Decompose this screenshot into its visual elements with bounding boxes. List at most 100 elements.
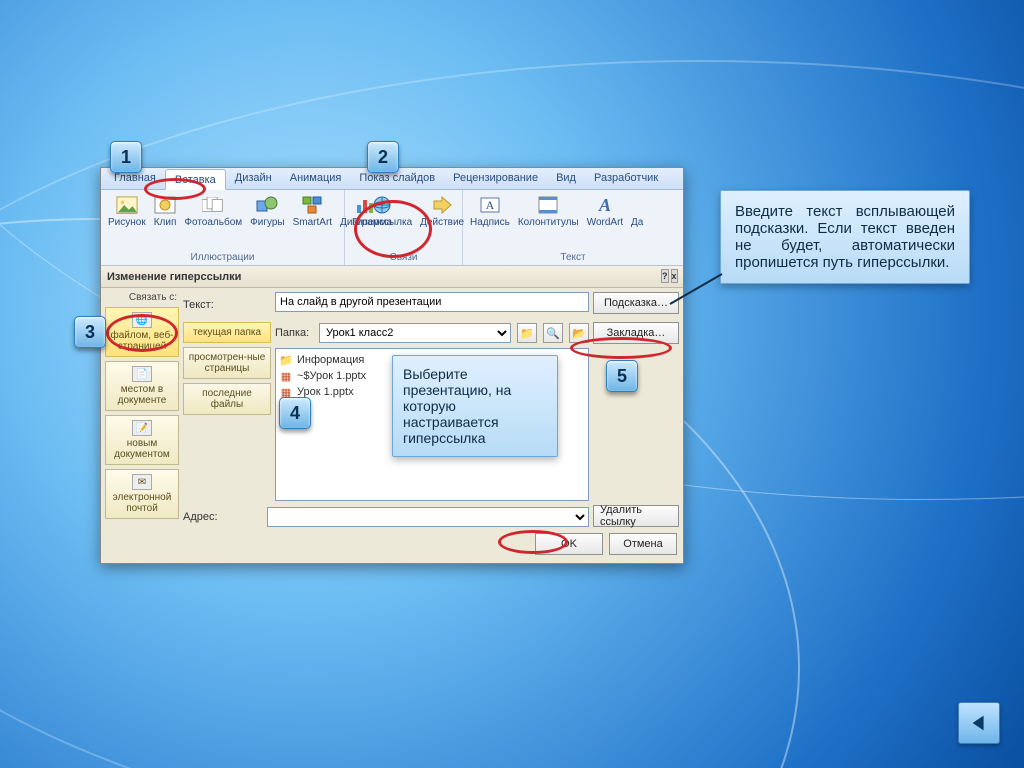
dialog-title: Изменение гиперссылки (107, 271, 241, 283)
label: Гиперссылка (352, 217, 412, 228)
label: местом в документе (108, 384, 176, 406)
link-with-label: Связать с: (105, 292, 179, 303)
hyperlink-dialog: Изменение гиперссылки ? x Связать с: 🌐 фа… (101, 266, 683, 563)
tab-recent-files[interactable]: последние файлы (183, 383, 271, 415)
photoalbum-icon (202, 195, 224, 215)
link-to-new-doc[interactable]: 📝 новым документом (105, 415, 179, 465)
label: новым документом (108, 438, 176, 460)
browse-web-icon: 🔍 (546, 327, 560, 340)
ribbon-headerfooter-button[interactable]: Колонтитулы (515, 193, 582, 230)
svg-text:A: A (486, 198, 495, 212)
text-label: Текст: (183, 292, 271, 318)
powerpoint-window: Главная Вставка Дизайн Анимация Показ сл… (100, 167, 684, 564)
link-to-email[interactable]: ✉ электронной почтой (105, 469, 179, 519)
action-icon (431, 195, 453, 215)
folder-select[interactable]: Урок1 класс2 (319, 323, 511, 343)
headerfooter-icon (537, 195, 559, 215)
label: Действие (420, 217, 464, 228)
label: электронной почтой (108, 492, 176, 514)
bookmark-button[interactable]: Закладка… (593, 322, 679, 344)
tab-browsed-pages[interactable]: просмотрен-ные страницы (183, 347, 271, 379)
file-name: Информация (297, 354, 364, 366)
smartart-icon (301, 195, 323, 215)
new-doc-icon: 📝 (132, 420, 152, 436)
cancel-button[interactable]: Отмена (609, 533, 677, 555)
wordart-icon: A (594, 195, 616, 215)
ribbon-photoalbum-button[interactable]: Фотоальбом (181, 193, 245, 230)
link-to-place[interactable]: 📄 местом в документе (105, 361, 179, 411)
up-folder-icon: 📁 (520, 327, 534, 340)
up-folder-button[interactable]: 📁 (517, 323, 537, 343)
file-list[interactable]: 📁Информация ▦~$Урок 1.pptx ▦Урок 1.pptx … (275, 348, 589, 501)
main-tip-callout: Введите текст всплывающей подсказки. Есл… (720, 190, 970, 284)
browse-web-button[interactable]: 🔍 (543, 323, 563, 343)
mail-icon: ✉ (132, 474, 152, 490)
ribbon-wordart-button[interactable]: A WordArt (584, 193, 627, 230)
tip-text: Введите текст всплывающей подсказки. Есл… (735, 203, 955, 271)
tab-current-folder[interactable]: текущая папка (183, 322, 271, 343)
ribbon-body: Рисунок Клип Фотоальбом Фигуры SmartArt … (101, 190, 683, 266)
address-label: Адрес: (183, 511, 261, 523)
balloon-4: 4 (279, 397, 311, 429)
ribbon-clip-button[interactable]: Клип (151, 193, 180, 230)
balloon-5: 5 (606, 360, 638, 392)
ribbon-smartart-button[interactable]: SmartArt (290, 193, 335, 230)
doc-loc-icon: 📄 (132, 366, 152, 382)
ribbon-textbox-button[interactable]: A Надпись (467, 193, 513, 230)
label: Да (631, 217, 643, 228)
hyperlink-icon (371, 195, 393, 215)
tab-view[interactable]: Вид (547, 168, 585, 189)
label: Клип (154, 217, 177, 228)
link-to-panel: Связать с: 🌐 файлом, веб-страницей 📄 место… (105, 292, 179, 559)
ribbon-more-button[interactable]: Да (628, 193, 646, 230)
folder-icon: 📁 (279, 353, 293, 367)
ribbon-hyperlink-button[interactable]: Гиперссылка (349, 193, 415, 230)
dialog-titlebar: Изменение гиперссылки ? x (101, 266, 683, 288)
inner-tip-callout: Выберите презентацию, на которую настраи… (392, 355, 558, 457)
address-input[interactable] (267, 507, 589, 527)
display-text-input[interactable] (275, 292, 589, 312)
screentip-button[interactable]: Подсказка… (593, 292, 679, 314)
tab-insert[interactable]: Вставка (165, 169, 226, 190)
dialog-help-button[interactable]: ? (661, 269, 669, 283)
ribbon-action-button[interactable]: Действие (417, 193, 467, 230)
label: SmartArt (293, 217, 332, 228)
tab-review[interactable]: Рецензирование (444, 168, 547, 189)
tab-developer[interactable]: Разработчик (585, 168, 667, 189)
shapes-icon (256, 195, 278, 215)
label: Колонтитулы (518, 217, 579, 228)
textbox-icon: A (479, 195, 501, 215)
triangle-left-icon (968, 712, 990, 734)
browse-file-button[interactable]: 📂 (569, 323, 589, 343)
ok-button[interactable]: OK (535, 533, 603, 555)
svg-text:A: A (598, 195, 611, 215)
pptx-icon: ▦ (279, 369, 293, 383)
balloon-1: 1 (110, 141, 142, 173)
label: файлом, веб-страницей (108, 330, 176, 352)
label: Надпись (470, 217, 510, 228)
label: Фигуры (250, 217, 284, 228)
group-label-illustrations: Иллюстрации (101, 252, 344, 265)
balloon-3: 3 (74, 316, 106, 348)
file-name: ~$Урок 1.pptx (297, 370, 366, 382)
browse-tabs: текущая папка просмотрен-ные страницы по… (183, 322, 271, 529)
remove-link-button[interactable]: Удалить ссылку (593, 505, 679, 527)
tab-animation[interactable]: Анимация (281, 168, 351, 189)
browse-file-icon: 📂 (572, 327, 586, 340)
clip-icon (154, 195, 176, 215)
dialog-close-button[interactable]: x (671, 269, 678, 283)
group-label-text: Текст (463, 252, 683, 265)
label: Рисунок (108, 217, 146, 228)
ribbon-shapes-button[interactable]: Фигуры (247, 193, 287, 230)
label: WordArt (587, 217, 624, 228)
prev-slide-button[interactable] (958, 702, 1000, 744)
tab-design[interactable]: Дизайн (226, 168, 281, 189)
balloon-2: 2 (367, 141, 399, 173)
globe-icon: 🌐 (132, 312, 152, 328)
folder-label: Папка: (275, 327, 313, 339)
label: Фотоальбом (184, 217, 242, 228)
link-to-file-web[interactable]: 🌐 файлом, веб-страницей (105, 307, 179, 357)
ribbon-picture-button[interactable]: Рисунок (105, 193, 149, 230)
more-icon (626, 195, 648, 215)
picture-icon (116, 195, 138, 215)
